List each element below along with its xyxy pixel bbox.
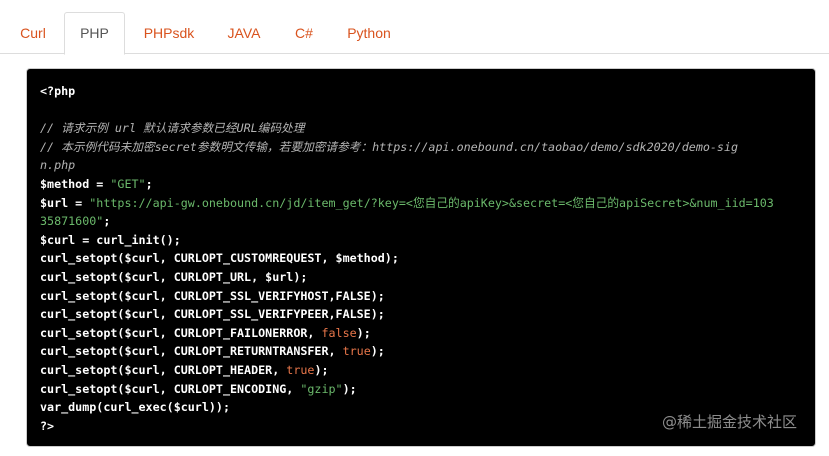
- tab-php[interactable]: PHP: [64, 12, 125, 55]
- code-line: curl_setopt($curl, CURLOPT_CUSTOMREQUEST…: [40, 251, 399, 266]
- code-line: $method = "GET";: [40, 176, 153, 191]
- code-line: 35871600";: [40, 214, 111, 229]
- code-comment: // 请求示例 url 默认请求参数已经URL编码处理: [40, 121, 305, 136]
- code-line: $curl = curl_init();: [40, 232, 181, 247]
- code-line: curl_setopt($curl, CURLOPT_FAILONERROR, …: [40, 325, 371, 340]
- code-line: curl_setopt($curl, CURLOPT_SSL_VERIFYPEE…: [40, 307, 385, 322]
- tab-csharp[interactable]: C#: [282, 14, 326, 54]
- code-line: curl_setopt($curl, CURLOPT_RETURNTRANSFE…: [40, 344, 385, 359]
- code-block: <?php // 请求示例 url 默认请求参数已经URL编码处理 // 本示例代码…: [26, 68, 816, 447]
- code-text: <?php // 请求示例 url 默认请求参数已经URL编码处理 // 本示例代码…: [40, 82, 804, 435]
- code-line: $url = "https://api-gw.onebound.cn/jd/it…: [40, 195, 774, 210]
- tab-python[interactable]: Python: [334, 14, 404, 54]
- code-line: curl_setopt($curl, CURLOPT_HEADER, true)…: [40, 362, 329, 377]
- code-line: curl_setopt($curl, CURLOPT_ENCODING, "gz…: [40, 381, 357, 396]
- language-tabs: Curl PHP PHPsdk JAVA C# Python: [0, 0, 829, 55]
- tab-phpsdk[interactable]: PHPsdk: [132, 14, 206, 54]
- code-comment: // 本示例代码未加密secret参数明文传输，若要加密请参考：https://…: [40, 139, 739, 154]
- code-line: <?php: [40, 84, 76, 98]
- code-comment: n.php: [40, 158, 76, 173]
- watermark: @稀土掘金技术社区: [661, 413, 797, 431]
- code-line: curl_setopt($curl, CURLOPT_SSL_VERIFYHOS…: [40, 288, 385, 303]
- code-line: curl_setopt($curl, CURLOPT_URL, $url);: [40, 269, 308, 284]
- tab-java[interactable]: JAVA: [216, 14, 272, 54]
- tab-curl[interactable]: Curl: [8, 14, 58, 54]
